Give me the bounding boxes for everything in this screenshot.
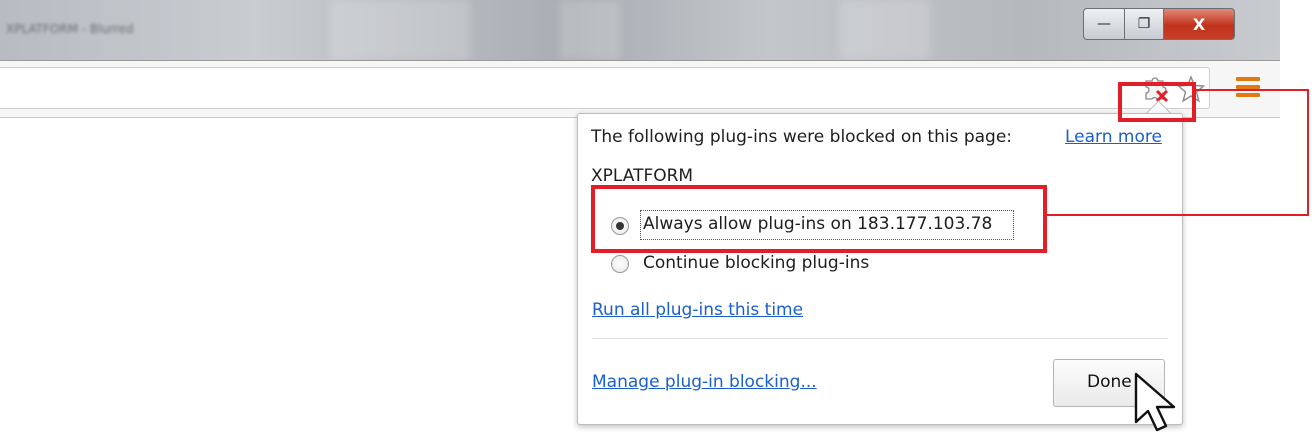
run-all-plugins-link[interactable]: Run all plug-ins this time <box>592 300 803 320</box>
close-icon: X <box>1192 14 1206 34</box>
bubble-heading: The following plug-ins were blocked on t… <box>591 127 1013 147</box>
annotation-connector <box>1196 89 1309 91</box>
continue-blocking-radio[interactable] <box>611 255 629 273</box>
annotation-box-plugin-icon <box>1118 82 1196 122</box>
title-bar: XPLATFORM - Blurred — ❐ X <box>0 0 1280 60</box>
mouse-pointer-icon <box>1132 370 1192 434</box>
manage-plugin-blocking-link[interactable]: Manage plug-in blocking... <box>592 372 817 392</box>
title-bar-glare <box>840 0 930 60</box>
minimize-icon: — <box>1097 16 1111 32</box>
browser-window: XPLATFORM - Blurred — ❐ X The following … <box>0 0 1315 439</box>
plugin-name: XPLATFORM <box>591 166 694 186</box>
annotation-box-always-allow <box>591 185 1047 253</box>
close-button[interactable]: X <box>1163 8 1235 40</box>
address-bar[interactable] <box>0 67 1210 109</box>
restore-icon: ❐ <box>1137 16 1151 32</box>
learn-more-link[interactable]: Learn more <box>1065 127 1162 147</box>
browser-toolbar <box>0 60 1280 118</box>
bubble-divider <box>592 338 1168 339</box>
title-bar-glare <box>330 0 470 60</box>
annotation-connector <box>1047 214 1309 216</box>
continue-blocking-label[interactable]: Continue blocking plug-ins <box>643 253 869 273</box>
minimize-button[interactable]: — <box>1083 8 1125 40</box>
done-button-label: Done <box>1087 372 1132 392</box>
title-bar-glare <box>560 0 620 60</box>
maximize-button[interactable]: ❐ <box>1124 8 1164 40</box>
window-controls: — ❐ X <box>1083 8 1235 40</box>
window-title: XPLATFORM - Blurred <box>6 22 134 36</box>
hamburger-menu-icon[interactable] <box>1236 77 1260 99</box>
annotation-connector <box>1307 89 1309 216</box>
